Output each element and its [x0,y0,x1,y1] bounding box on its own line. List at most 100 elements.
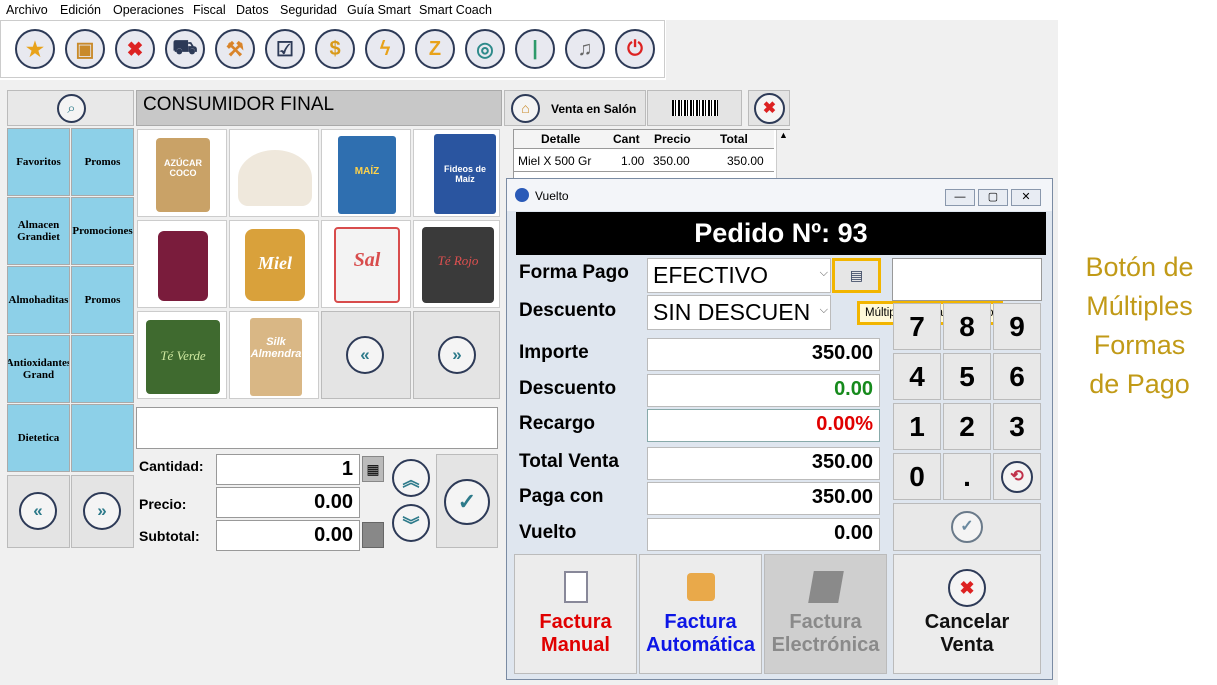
precio-field[interactable]: 0.00 [216,487,360,518]
multiple-payment-button[interactable]: ▤ [832,258,881,293]
product-image: Sal [334,227,400,303]
double-right-icon: » [438,336,476,374]
category-promos-2[interactable]: Promos [71,266,134,334]
descuento-field[interactable]: 0.00 [647,374,880,407]
customer-name[interactable]: CONSUMIDOR FINAL [136,90,502,126]
box-icon[interactable]: ▣ [65,29,105,69]
menu-archivo[interactable]: Archivo [6,3,48,17]
menu-guia-smart[interactable]: Guía Smart [347,3,411,17]
chevron-down-icon: ⌵ [819,304,828,316]
factura-automatica-button[interactable]: Factura Automática [639,554,762,674]
divider-icon[interactable]: | [515,29,555,69]
table-row[interactable]: Miel X 500 Gr 1.00 350.00 350.00 [514,150,774,172]
product-mermelada[interactable] [137,220,227,308]
cancelar-venta-line1: Cancelar [924,611,1010,633]
paga-con-field[interactable]: 350.00 [647,482,880,515]
category-empty-1[interactable] [71,335,134,403]
product-silk-almendra[interactable]: Silk Almendra [229,311,319,399]
category-next-button[interactable]: » [71,475,134,548]
qty-down-button[interactable]: ︾ [387,502,435,550]
category-promociones[interactable]: Promociones [71,197,134,265]
menu-seguridad[interactable]: Seguridad [280,3,337,17]
minimize-button[interactable]: — [945,189,975,206]
key-5[interactable]: 5 [943,353,991,400]
keypad-display[interactable] [892,258,1042,301]
globe-icon[interactable]: ◎ [465,29,505,69]
category-almacen-grandiet[interactable]: Almacen Grandiet [7,197,70,265]
note-icon[interactable] [362,522,384,548]
subtotal-field: 0.00 [216,520,360,551]
annotation-line4: de Pago [1089,369,1190,399]
product-miel[interactable]: Miel [229,220,319,308]
key-2[interactable]: 2 [943,403,991,450]
keypad-confirm-button[interactable]: ✓ [893,503,1041,551]
product-search-input[interactable] [136,407,498,449]
key-dot[interactable]: . [943,453,991,500]
power-icon[interactable]: ⏻ [615,29,655,69]
key-8[interactable]: 8 [943,303,991,350]
key-6[interactable]: 6 [993,353,1041,400]
recargo-field[interactable]: 0.00% [647,409,880,442]
product-azucar-coco[interactable]: AZÚCAR COCO [137,129,227,217]
cantidad-field[interactable]: 1 [216,454,360,485]
vuelto-title: Vuelto [535,189,569,203]
venta-salon-button[interactable]: ⌂ Venta en Salón [504,90,646,126]
category-empty-2[interactable] [71,404,134,472]
menu-fiscal[interactable]: Fiscal [193,3,226,17]
menu-edicion[interactable]: Edición [60,3,101,17]
menu-datos[interactable]: Datos [236,3,269,17]
confirm-item-button[interactable]: ✓ [436,454,498,548]
category-dietetica[interactable]: Dietetica [7,404,70,472]
qty-up-button[interactable]: ︽ [387,454,435,502]
chevron-down-icon: ⌵ [819,267,828,279]
category-promos[interactable]: Promos [71,128,134,196]
product-next-button[interactable]: » [413,311,500,399]
table-scrollbar[interactable]: ▲ [776,130,790,178]
product-maiz[interactable]: MAÍZ [321,129,411,217]
maximize-button[interactable]: ▢ [978,189,1008,206]
menu-operaciones[interactable]: Operaciones [113,3,184,17]
delivery-icon[interactable]: ⛟ [165,29,205,69]
checklist-icon[interactable]: ☑ [265,29,305,69]
category-antioxidantes[interactable]: Antioxidantes Grand [7,335,70,403]
key-7[interactable]: 7 [893,303,941,350]
descuento-select[interactable]: SIN DESCUEN ⌵ [647,295,831,330]
calculator-icon[interactable]: ▦ [362,456,384,482]
key-1[interactable]: 1 [893,403,941,450]
product-coco[interactable] [229,129,319,217]
cancel-order-button[interactable]: ✖ [748,90,790,126]
category-prev-button[interactable]: « [7,475,70,548]
factura-electronica-button[interactable]: Factura Electrónica [764,554,887,674]
toolbar-gap [666,20,1058,80]
z-icon[interactable]: Z [415,29,455,69]
category-almohaditas[interactable]: Almohaditas [7,266,70,334]
forma-pago-select[interactable]: EFECTIVO ⌵ [647,258,831,293]
close-window-button[interactable]: ✕ [1011,189,1041,206]
product-prev-button[interactable]: « [321,311,411,399]
factura-manual-button[interactable]: Factura Manual [514,554,637,674]
key-3[interactable]: 3 [993,403,1041,450]
bell-icon[interactable]: ♫ [565,29,605,69]
product-te-rojo[interactable]: Té Rojo [413,220,500,308]
product-te-verde[interactable]: Té Verde [137,311,227,399]
cancelar-venta-button[interactable]: ✖ Cancelar Venta [893,554,1041,674]
header-cant: Cant [613,132,640,146]
product-fideos-maiz[interactable]: Fideos de Maíz [413,129,500,217]
refresh-money-icon[interactable]: $ [315,29,355,69]
category-favoritos[interactable]: Favoritos [7,128,70,196]
barcode-button[interactable] [647,90,742,126]
product-image: Fideos de Maíz [434,134,496,214]
star-icon[interactable]: ★ [15,29,55,69]
lightning-icon[interactable]: ϟ [365,29,405,69]
menu-smart-coach[interactable]: Smart Coach [419,3,492,17]
product-sal[interactable]: Sal [321,220,411,308]
key-4[interactable]: 4 [893,353,941,400]
key-backspace[interactable]: ⟲ [993,453,1041,500]
cart-icon[interactable]: ⚒ [215,29,255,69]
key-0[interactable]: 0 [893,453,941,500]
search-button[interactable]: ⌕ [7,90,134,126]
double-left-icon: « [19,492,57,530]
key-9[interactable]: 9 [993,303,1041,350]
precio-label: Precio: [139,496,187,512]
cancel-box-icon[interactable]: ✖ [115,29,155,69]
